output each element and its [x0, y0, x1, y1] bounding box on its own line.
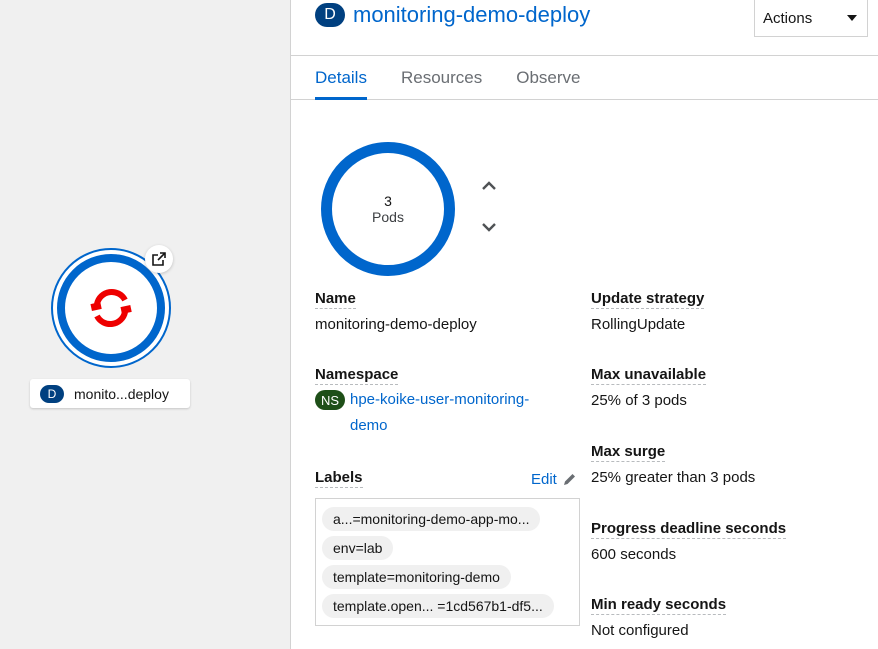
tab-resources[interactable]: Resources [401, 56, 482, 100]
min-ready-field: Min ready seconds Not configured [591, 596, 727, 644]
label-chip[interactable]: template.open... =1cd567b1-df5... [322, 594, 554, 618]
side-panel: D monitoring-demo-deploy Actions Details… [290, 0, 878, 649]
scale-down-icon[interactable] [479, 217, 499, 237]
name-value: monitoring-demo-deploy [315, 316, 477, 333]
namespace-field: Namespace NS hpe-koike-user-monitoring-d… [315, 366, 560, 439]
max-surge-field: Max surge 25% greater than 3 pods [591, 443, 755, 491]
max-unavailable-value: 25% of 3 pods [591, 392, 687, 409]
max-surge-value: 25% greater than 3 pods [591, 469, 756, 486]
node-label-text: monito...deploy [74, 385, 169, 402]
edit-label: Edit [531, 471, 557, 488]
max-unavailable-field: Max unavailable 25% of 3 pods [591, 366, 707, 414]
openshift-logo-icon [90, 288, 132, 328]
namespace-value: NS hpe-koike-user-monitoring-demo [315, 387, 560, 439]
node-label[interactable]: D monito...deploy [30, 379, 190, 408]
tab-details[interactable]: Details [315, 56, 367, 100]
pod-count: 3 [384, 193, 392, 209]
labels-label: Labels [315, 469, 363, 488]
min-ready-value: Not configured [591, 622, 689, 639]
progress-deadline-value: 600 seconds [591, 546, 677, 563]
max-surge-label: Max surge [591, 443, 666, 462]
deployment-badge: D [40, 384, 64, 403]
namespace-label: Namespace [315, 366, 399, 385]
page-title: D monitoring-demo-deploy [315, 2, 590, 28]
caret-down-icon [847, 15, 857, 21]
update-strategy-field: Update strategy RollingUpdate [591, 290, 705, 338]
tab-bar: Details Resources Observe [291, 56, 878, 100]
update-strategy-value: RollingUpdate [591, 316, 686, 333]
pod-unit: Pods [372, 209, 404, 225]
labels-field: Labels [315, 469, 363, 488]
labels-list: a...=monitoring-demo-app-mo... env=lab t… [315, 498, 580, 626]
pencil-icon [563, 474, 575, 485]
max-unavailable-label: Max unavailable [591, 366, 707, 385]
edit-labels-button[interactable]: Edit [531, 471, 577, 488]
deployment-badge: D [315, 3, 345, 27]
actions-dropdown[interactable]: Actions [754, 0, 868, 37]
namespace-link[interactable]: hpe-koike-user-monitoring-demo [350, 387, 560, 439]
label-chip[interactable]: a...=monitoring-demo-app-mo... [322, 507, 541, 531]
open-url-icon[interactable] [145, 245, 173, 273]
pod-count-donut: 3 Pods [321, 142, 455, 276]
min-ready-label: Min ready seconds [591, 596, 727, 615]
actions-label: Actions [763, 9, 813, 27]
namespace-badge: NS [315, 390, 345, 410]
label-chip[interactable]: env=lab [322, 536, 394, 560]
label-chip[interactable]: template=monitoring-demo [322, 565, 511, 589]
scale-up-icon[interactable] [479, 176, 499, 196]
name-field: Name monitoring-demo-deploy [315, 290, 477, 338]
tab-observe[interactable]: Observe [516, 56, 580, 100]
progress-deadline-field: Progress deadline seconds 600 seconds [591, 520, 787, 568]
pod-ring [57, 254, 165, 362]
name-label: Name [315, 290, 356, 309]
panel-header: D monitoring-demo-deploy Actions [291, 0, 878, 56]
update-strategy-label: Update strategy [591, 290, 705, 309]
topology-canvas[interactable]: D monito...deploy [0, 0, 290, 649]
deployment-name-link[interactable]: monitoring-demo-deploy [353, 2, 590, 28]
progress-deadline-label: Progress deadline seconds [591, 520, 787, 539]
